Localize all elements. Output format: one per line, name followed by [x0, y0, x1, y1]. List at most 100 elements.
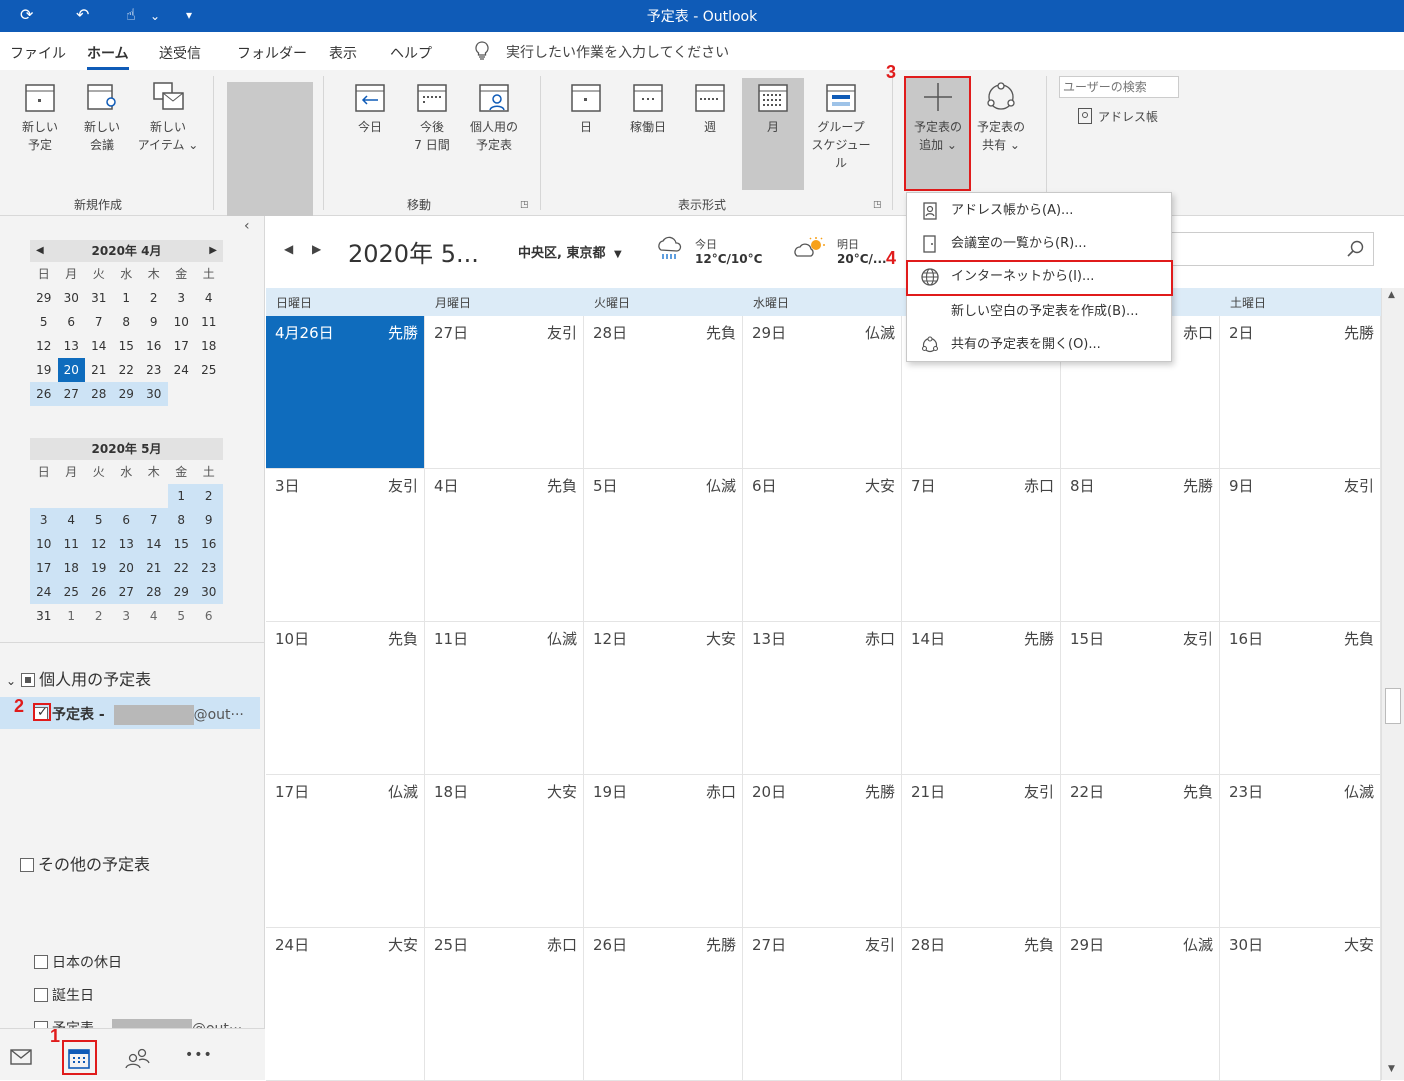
new-appointment-button[interactable]: 新しい 予定 [10, 80, 70, 154]
calendar-day-cell[interactable]: 18日 大安 [425, 775, 584, 928]
tab-file[interactable]: ファイル [10, 43, 66, 63]
people-icon[interactable] [124, 1047, 150, 1069]
mini-day[interactable]: 10 [30, 532, 58, 556]
tab-folder[interactable]: フォルダー [237, 43, 307, 63]
calendar-day-cell[interactable]: 25日 赤口 [425, 928, 584, 1081]
more-modules-icon[interactable]: ••• [185, 1047, 213, 1063]
mini-day[interactable]: 19 [30, 358, 58, 382]
calendar-day-cell[interactable]: 17日 仏滅 [266, 775, 425, 928]
mini-day[interactable]: 29 [167, 580, 195, 604]
day-view-button[interactable]: 日 [556, 80, 616, 136]
scroll-down-icon[interactable]: ▼ [1388, 1064, 1395, 1074]
calendar-day-cell[interactable]: 24日 大安 [266, 928, 425, 1081]
mini-day[interactable]: 5 [168, 604, 196, 628]
share-calendar-button[interactable]: 予定表の 共有 ⌄ [970, 80, 1032, 154]
mini-day[interactable]: 30 [140, 382, 168, 406]
mini-day[interactable]: 5 [85, 508, 113, 532]
dialog-launcher-icon[interactable]: ◳ [873, 200, 882, 210]
mini-day[interactable]: 18 [195, 334, 223, 358]
calendar-day-cell[interactable]: 12日 大安 [584, 622, 743, 775]
calendar-day-cell[interactable]: 20日 先勝 [743, 775, 902, 928]
calendar-day-cell[interactable]: 10日 先負 [266, 622, 425, 775]
calendar-item-birthdays[interactable]: 誕生日 [34, 985, 94, 1005]
calendar-day-cell[interactable]: 7日 赤口 [902, 469, 1061, 622]
tab-help[interactable]: ヘルプ [390, 43, 432, 63]
my-calendars-group[interactable]: ⌄ 個人用の予定表 [6, 666, 151, 690]
calendar-day-cell[interactable]: 4月26日 先勝 [266, 316, 425, 469]
mini-day[interactable]: 6 [195, 604, 223, 628]
mini-day[interactable]: 20 [112, 556, 140, 580]
group-checkbox[interactable] [20, 858, 34, 872]
calendar-day-cell[interactable]: 9日 友引 [1220, 469, 1381, 622]
week-view-button[interactable]: 週 [680, 80, 740, 136]
next-period-icon[interactable]: ▶ [312, 242, 321, 256]
mini-day[interactable]: 21 [140, 556, 168, 580]
calendar-day-cell[interactable]: 6日 大安 [743, 469, 902, 622]
mini-day[interactable]: 15 [113, 334, 141, 358]
mini-day[interactable]: 25 [195, 358, 223, 382]
mini-day[interactable]: 3 [113, 604, 141, 628]
schedule-view-button[interactable]: グループ スケジュール [806, 80, 876, 172]
tab-view[interactable]: 表示 [329, 43, 357, 63]
mini-day[interactable]: 3 [168, 286, 196, 310]
calendar-day-cell[interactable]: 4日 先負 [425, 469, 584, 622]
tab-send-receive[interactable]: 送受信 [159, 43, 201, 63]
group-checkbox[interactable] [21, 673, 36, 687]
mini-day[interactable]: 12 [85, 532, 113, 556]
mini-day[interactable]: 3 [30, 508, 58, 532]
mini-day[interactable]: 15 [167, 532, 195, 556]
mini-day[interactable]: 24 [168, 358, 196, 382]
calendar-item-holidays[interactable]: 日本の休日 [34, 952, 122, 972]
calendar-day-cell[interactable]: 15日 友引 [1061, 622, 1220, 775]
mini-day[interactable]: 23 [195, 556, 223, 580]
mini-day[interactable]: 23 [140, 358, 168, 382]
mini-day[interactable]: 30 [58, 286, 86, 310]
mini-day[interactable]: 16 [140, 334, 168, 358]
mini-day[interactable]: 28 [140, 580, 168, 604]
mini-day[interactable]: 31 [85, 286, 113, 310]
mini-day[interactable]: 10 [168, 310, 196, 334]
mini-day[interactable]: 8 [167, 508, 195, 532]
prev-month-icon[interactable]: ◀ [36, 240, 44, 262]
mini-day[interactable]: 25 [57, 580, 85, 604]
collapse-pane-icon[interactable]: ‹ [244, 218, 250, 234]
next-month-icon[interactable]: ▶ [209, 240, 217, 262]
tab-home[interactable]: ホーム [87, 43, 129, 70]
other-calendars-group[interactable]: その他の予定表 [20, 851, 150, 875]
mini-day[interactable]: 26 [30, 382, 58, 406]
calendar-day-cell[interactable]: 2日 先勝 [1220, 316, 1381, 469]
calendar-day-cell[interactable]: 3日 友引 [266, 469, 425, 622]
mini-day[interactable]: 6 [58, 310, 86, 334]
calendar-search-box[interactable] [1166, 232, 1374, 266]
mini-day[interactable]: 24 [30, 580, 58, 604]
calendar-day-cell[interactable]: 29日 仏滅 [1061, 928, 1220, 1081]
mini-day[interactable]: 14 [140, 532, 168, 556]
mini-day[interactable]: 1 [58, 604, 86, 628]
mini-day[interactable]: 21 [85, 358, 113, 382]
mini-day[interactable]: 2 [195, 484, 223, 508]
menu-item-open-shared[interactable]: 共有の予定表を開く(O)... [907, 329, 1171, 361]
mini-day[interactable]: 29 [30, 286, 58, 310]
calendar-day-cell[interactable]: 14日 先勝 [902, 622, 1061, 775]
today-button[interactable]: 今日 [340, 80, 400, 136]
search-people-input[interactable] [1059, 76, 1179, 98]
calendar-day-cell[interactable]: 23日 仏滅 [1220, 775, 1381, 928]
calendar-checkbox[interactable] [34, 988, 48, 1002]
calendar-day-cell[interactable]: 22日 先負 [1061, 775, 1220, 928]
mini-day[interactable]: 11 [57, 532, 85, 556]
mini-day[interactable]: 29 [112, 382, 140, 406]
mini-day[interactable]: 12 [30, 334, 58, 358]
mini-day[interactable]: 7 [85, 310, 113, 334]
mail-icon[interactable] [10, 1049, 32, 1065]
mini-day[interactable]: 16 [195, 532, 223, 556]
calendar-checkbox[interactable] [34, 955, 48, 969]
calendar-day-cell[interactable]: 11日 仏滅 [425, 622, 584, 775]
mini-day[interactable]: 9 [195, 508, 223, 532]
mini-day[interactable]: 1 [167, 484, 195, 508]
mini-day[interactable]: 17 [168, 334, 196, 358]
calendar-day-cell[interactable]: 21日 友引 [902, 775, 1061, 928]
prev-period-icon[interactable]: ◀ [284, 242, 293, 256]
mini-day[interactable]: 19 [85, 556, 113, 580]
mini-day[interactable]: 4 [140, 604, 168, 628]
calendar-day-cell[interactable]: 19日 赤口 [584, 775, 743, 928]
